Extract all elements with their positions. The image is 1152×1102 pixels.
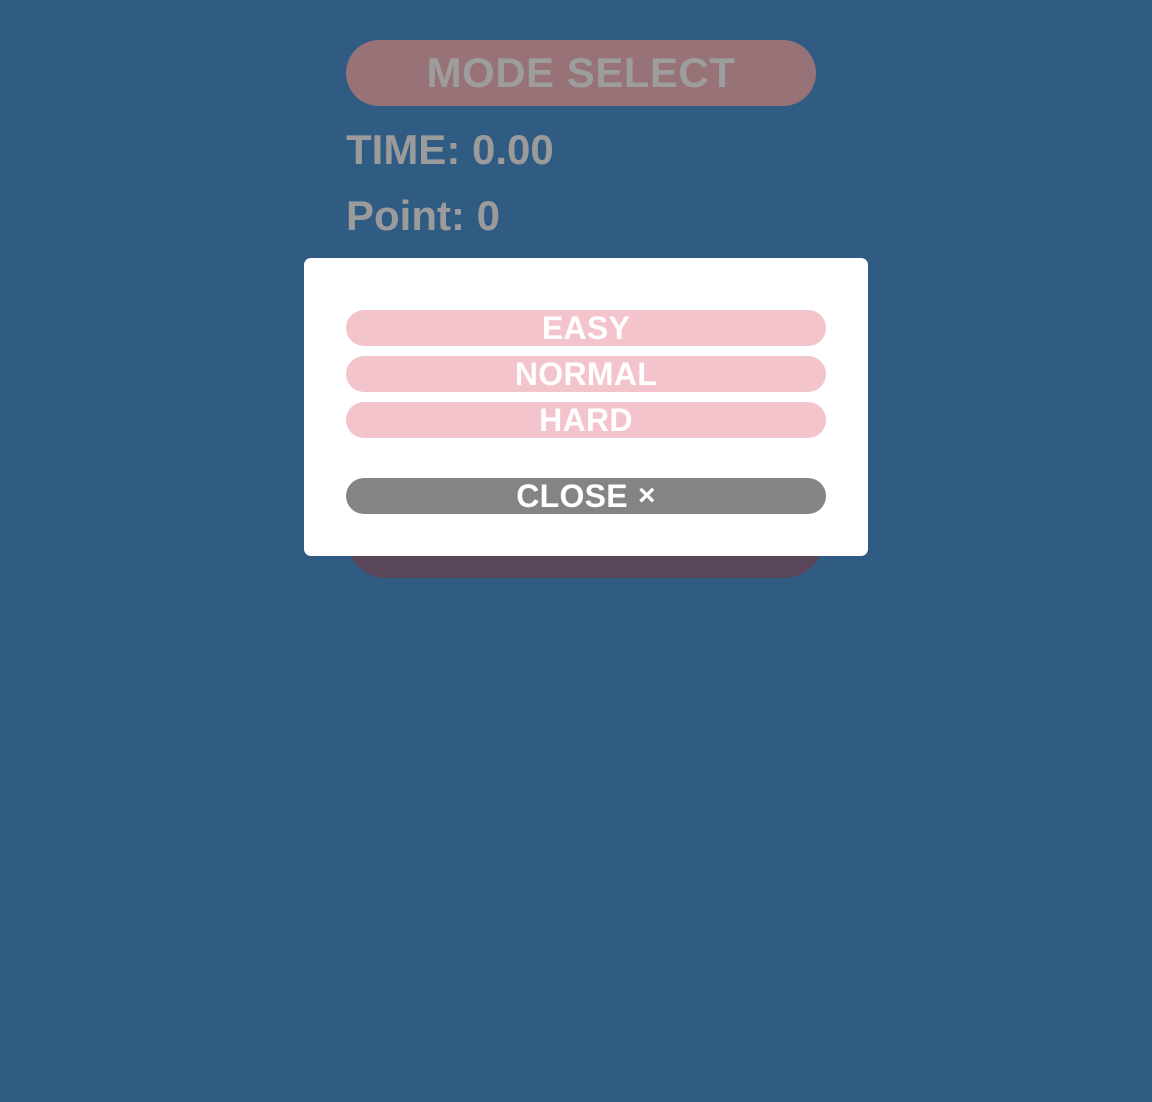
mode-select-button[interactable]: MODE SELECT — [346, 40, 816, 106]
time-display: TIME: 0.00 — [346, 126, 554, 173]
close-button[interactable]: CLOSE × — [346, 478, 826, 514]
game-panel: MODE SELECT TIME: 0.00 Point: 0 — [346, 40, 826, 578]
mode-select-modal: EASY NORMAL HARD CLOSE × — [304, 258, 868, 556]
normal-mode-button[interactable]: NORMAL — [346, 356, 826, 392]
point-display: Point: 0 — [346, 192, 500, 239]
easy-mode-button[interactable]: EASY — [346, 310, 826, 346]
close-icon: × — [637, 479, 656, 512]
close-button-label: CLOSE — [516, 477, 628, 514]
hard-mode-button[interactable]: HARD — [346, 402, 826, 438]
